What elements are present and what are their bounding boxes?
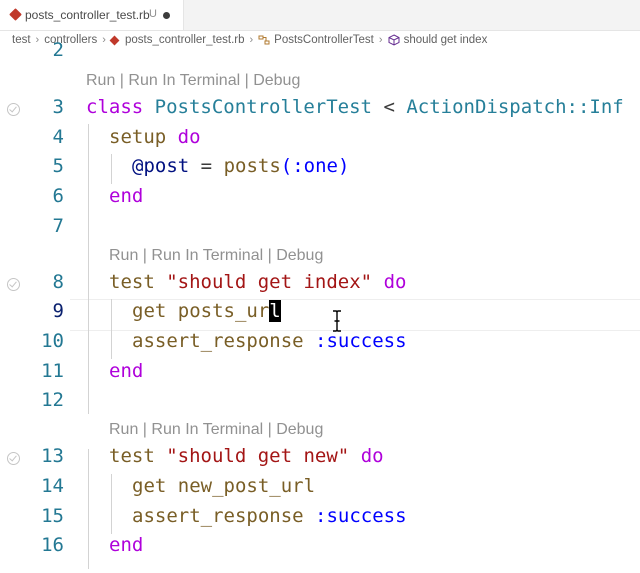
code-token: posts: [223, 155, 281, 177]
code-token: <: [383, 96, 395, 118]
line-number: 2: [52, 39, 64, 61]
chevron-right-icon: ›: [102, 34, 106, 46]
breadcrumb-method[interactable]: should get index: [404, 34, 488, 46]
class-symbol-icon: [258, 35, 270, 44]
tab-bar: posts_controller_test.rb U: [0, 0, 640, 31]
code-token: =: [200, 155, 213, 177]
code-token: PostsControllerTest: [154, 96, 372, 118]
text-cursor: l: [269, 300, 281, 322]
code-token: do: [360, 445, 384, 467]
line-number: 7: [52, 215, 64, 237]
line-number: 16: [41, 534, 64, 556]
code-token: ActionDispatch::Inf: [406, 96, 624, 118]
code-line: assert_response :success: [132, 330, 407, 352]
code-token: test: [109, 271, 155, 293]
test-status-icon[interactable]: [7, 452, 20, 465]
indent-guide: [111, 299, 112, 359]
line-number: 6: [52, 185, 64, 207]
code-token: @post: [132, 155, 190, 177]
method-symbol-icon: [388, 34, 400, 46]
code-token: setup: [109, 126, 167, 148]
line-number: 11: [41, 360, 64, 382]
code-line: end: [109, 534, 144, 556]
line-number: 5: [52, 155, 64, 177]
code-line: setup do: [109, 126, 201, 148]
line-number: 8: [52, 271, 64, 293]
codelens-run-debug[interactable]: Run | Run In Terminal | Debug: [109, 247, 323, 265]
code-token: "should get index": [166, 271, 373, 293]
line-number: 14: [41, 475, 64, 497]
code-token: class: [86, 96, 144, 118]
code-token: assert_response: [132, 505, 304, 527]
git-untracked-badge: U: [149, 8, 157, 20]
code-token: do: [383, 271, 407, 293]
code-line: @post = posts(:one): [132, 155, 349, 177]
test-status-icon[interactable]: [7, 278, 20, 291]
mouse-ibeam-icon: [333, 310, 341, 332]
test-status-icon[interactable]: [7, 103, 20, 116]
breadcrumb-class[interactable]: PostsControllerTest: [274, 34, 374, 46]
line-number: 9: [52, 300, 64, 322]
line-number: 13: [41, 445, 64, 467]
indent-guide: [111, 474, 112, 534]
code-line: end: [109, 360, 144, 382]
code-line: assert_response :success: [132, 505, 407, 527]
code-token: :success: [315, 505, 407, 527]
codelens-run-debug[interactable]: Run | Run In Terminal | Debug: [86, 72, 300, 90]
code-editor[interactable]: 2 3 4 5 6 7 8 9 10 11 12 13 14 15 16 Run…: [0, 39, 640, 573]
chevron-right-icon: ›: [378, 34, 383, 46]
code-line: end: [109, 185, 144, 207]
breadcrumb-file[interactable]: posts_controller_test.rb: [125, 34, 245, 46]
code-line: test "should get index" do: [109, 271, 406, 293]
line-number: 15: [41, 505, 64, 527]
code-token: new_post_url: [177, 475, 316, 497]
indent-guide: [88, 449, 89, 569]
code-token: get: [132, 300, 167, 322]
indent-guide: [88, 124, 89, 414]
tab-filename: posts_controller_test.rb: [25, 8, 150, 22]
code-token: posts_ur: [177, 300, 270, 322]
unsaved-dot-icon[interactable]: [163, 12, 170, 19]
code-token: do: [177, 126, 201, 148]
code-token: test: [109, 445, 155, 467]
editor-tab[interactable]: posts_controller_test.rb U: [0, 0, 184, 30]
ruby-file-icon: [109, 35, 120, 45]
code-line: test "should get new" do: [109, 445, 384, 467]
code-token: :success: [315, 330, 407, 352]
code-token: get: [132, 475, 167, 497]
line-number: 12: [41, 389, 64, 411]
line-number: 10: [41, 330, 64, 352]
breadcrumb: test › controllers › posts_controller_te…: [12, 31, 487, 49]
indent-guide: [111, 154, 112, 184]
line-number: 4: [52, 126, 64, 148]
code-token: "should get new": [166, 445, 350, 467]
code-token: (:one): [280, 155, 350, 177]
line-number: 3: [52, 96, 64, 118]
chevron-right-icon: ›: [249, 34, 254, 46]
code-line: class PostsControllerTest < ActionDispat…: [86, 96, 624, 118]
code-line: get new_post_url: [132, 475, 315, 497]
code-token: assert_response: [132, 330, 304, 352]
codelens-run-debug[interactable]: Run | Run In Terminal | Debug: [109, 421, 323, 439]
ruby-file-icon: [9, 8, 22, 21]
code-line: get posts_url: [132, 300, 281, 322]
